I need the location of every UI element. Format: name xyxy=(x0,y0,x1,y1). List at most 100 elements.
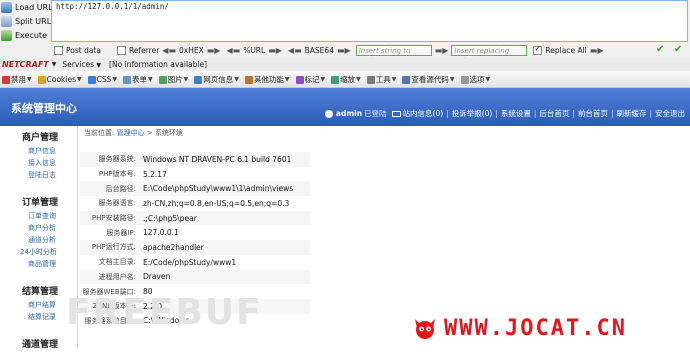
top-nav-link-0[interactable]: 站内信息(0) xyxy=(403,108,444,119)
hackbar-options-row: Post data Referrer ◀▬ 0xHEX ▬▶ ◀▬ %URL ▬… xyxy=(0,43,690,65)
sidebar-item[interactable]: 24小时分析 xyxy=(0,246,77,258)
services-menu[interactable]: Services ▼ xyxy=(62,60,101,69)
webdev-menu-label: 标记 xyxy=(304,75,320,84)
sidebar-heading[interactable]: 商户管理 xyxy=(0,126,77,145)
table-row: 文档主目录: E:/Code/phpStudy/www1 xyxy=(80,255,310,270)
replace-arrow-icon: ▬▶ xyxy=(434,46,449,55)
url-left-arrow-icon[interactable]: ◀▬ xyxy=(226,46,240,55)
top-nav-link-3[interactable]: 后台首页 xyxy=(539,108,569,119)
netcraft-logo[interactable]: NETCRAFT xyxy=(2,60,49,69)
replacing-string-input[interactable]: Insert replacing string xyxy=(451,45,528,65)
post-data-checkbox[interactable] xyxy=(54,46,63,55)
split-url-button[interactable]: Split URL xyxy=(0,14,51,28)
top-nav-link-6[interactable]: 安全退出 xyxy=(655,108,685,119)
info-key: 文档主目录: xyxy=(98,258,136,267)
breadcrumb-link[interactable]: 管理中心 xyxy=(117,129,145,137)
webdev-menu-8[interactable]: 缩放 ▼ xyxy=(331,74,361,85)
table-row: 进程用户名: Draven xyxy=(80,269,310,285)
webdev-menu-7[interactable]: 标记 ▼ xyxy=(295,74,325,85)
webdev-menu-label: 工具 xyxy=(375,75,391,84)
sidebar-item[interactable]: 订单查询 xyxy=(0,210,77,222)
netcraft-dropdown-icon[interactable]: ▼ xyxy=(52,61,57,68)
base64-right-arrow-icon[interactable]: ▬▶ xyxy=(337,46,351,55)
nav-separator: | xyxy=(533,109,537,118)
admin-top-nav: admin 已登陆 站内信息(0) | 投诉举报(0) | 系统设置 | 后台首页 | 前台首页… xyxy=(324,108,685,119)
table-row: 后台路径: E:\Code\phpStudy\www1\1\admin\views xyxy=(80,181,310,197)
nav-separator: | xyxy=(446,109,449,118)
web-developer-toolbar: 禁用 ▼ Cookies ▼ CSS ▼ 表单 ▼ 图片 ▼ 网页信息 ▼ 其他功能 ▼ 标记 ▼ 缩放 ▼ 工具 ▼… xyxy=(0,72,690,88)
chevron-down-icon: ▼ xyxy=(485,76,491,83)
hex-button[interactable]: 0xHEX xyxy=(179,46,204,55)
split-url-label: Split URL xyxy=(15,16,52,26)
referrer-label: Referrer xyxy=(128,46,160,55)
info-key: 服务器IP: xyxy=(106,228,136,237)
replace-all-arrow-icon[interactable]: ▬▶ xyxy=(590,46,604,55)
webdev-menu-5[interactable]: 网页信息 ▼ xyxy=(194,74,239,85)
webdev-menu-label: 图片 xyxy=(167,75,183,84)
sidebar-heading[interactable]: 订单管理 xyxy=(0,191,77,210)
top-nav-link-1[interactable]: 投诉举报(0) xyxy=(452,108,493,119)
replace-all-checkbox[interactable] xyxy=(533,44,543,55)
webdev-menu-9[interactable]: 工具 ▼ xyxy=(366,74,397,85)
split-url-icon xyxy=(1,15,12,27)
webdev-menu-3[interactable]: 表单 ▼ xyxy=(123,74,153,85)
login-status: 已登陆 xyxy=(364,109,387,118)
webdev-menu-icon xyxy=(402,75,411,84)
breadcrumb: 当前位置: 管理中心 > 系统环境 xyxy=(84,128,183,138)
hex-left-arrow-icon[interactable]: ◀▬ xyxy=(162,46,176,55)
webdev-menu-1[interactable]: Cookies ▼ xyxy=(37,75,82,84)
sidebar-item[interactable]: 商户分析 xyxy=(0,222,77,234)
hex-right-arrow-icon[interactable]: ▬▶ xyxy=(207,46,221,55)
webdev-menu-label: 缩放 xyxy=(340,75,356,84)
replace-all-label: Replace All xyxy=(545,46,587,55)
breadcrumb-prefix: 当前位置: xyxy=(84,129,115,137)
base64-button[interactable]: BASE64 xyxy=(305,46,334,55)
services-label: Services xyxy=(62,60,95,69)
sidebar-item[interactable]: 接入信息 xyxy=(0,157,77,169)
sidebar-group-0: 商户管理 商户信息 接入信息 登陆日志 xyxy=(0,126,77,181)
table-row: PHP版本号: 5.2.17 xyxy=(80,167,310,182)
info-key: 后台路径: xyxy=(80,181,143,197)
chevron-down-icon: ▼ xyxy=(148,76,153,83)
execute-button[interactable]: Execute xyxy=(0,28,47,42)
admin-title: 系统管理中心 xyxy=(11,102,77,115)
top-nav-link-4[interactable]: 前台首页 xyxy=(578,108,608,119)
top-nav-link-5[interactable]: 刷新缓存 xyxy=(616,108,646,119)
url-right-arrow-icon[interactable]: ▬▶ xyxy=(268,46,282,55)
webdev-menu-label: 查看源代码 xyxy=(411,75,449,84)
referrer-checkbox[interactable] xyxy=(116,46,126,55)
admin-header: 系统管理中心 admin 已登陆 站内信息(0) | 投诉举报(0) | 系统设置 | 后台… xyxy=(0,88,690,126)
green-check-icon-2[interactable]: ✔ xyxy=(674,44,682,55)
webdev-menu-0[interactable]: 禁用 ▼ xyxy=(2,74,32,85)
webdev-menu-icon xyxy=(2,75,10,84)
info-key: PHP安装路径: xyxy=(80,210,143,226)
sidebar-item[interactable]: 登陆日志 xyxy=(0,169,77,181)
load-url-button[interactable]: Load URL xyxy=(0,0,53,14)
webdev-menu-11[interactable]: 选项 ▼ xyxy=(460,74,491,85)
sidebar-group-1: 订单管理 订单查询 商户分析 通道分析 24小时分析 商品管理 xyxy=(0,191,77,270)
nav-separator: | xyxy=(649,109,652,118)
sidebar-item[interactable]: 商户信息 xyxy=(0,145,77,157)
chevron-down-icon: ▼ xyxy=(449,76,455,83)
webdev-menu-2[interactable]: CSS ▼ xyxy=(87,75,118,84)
sidebar-item[interactable]: 商品管理 xyxy=(0,258,77,270)
sidebar-heading[interactable]: 通道管理 xyxy=(0,333,77,352)
base64-left-arrow-icon[interactable]: ◀▬ xyxy=(288,46,302,55)
green-check-icon[interactable]: ✔ xyxy=(656,44,664,55)
url-textarea[interactable]: http://127.0.0.1/1/admin/ xyxy=(51,0,688,42)
webdev-menu-10[interactable]: 查看源代码 ▼ xyxy=(402,74,455,85)
top-nav-link-2[interactable]: 系统设置 xyxy=(501,108,531,119)
webdev-menu-icon xyxy=(244,75,253,84)
chevron-down-icon: ▼ xyxy=(112,76,118,83)
info-value: 127.0.0.1 xyxy=(143,228,179,238)
chevron-down-icon: ▼ xyxy=(27,76,32,83)
sidebar-item[interactable]: 通道分析 xyxy=(0,234,77,246)
replace-string-input[interactable]: Insert string to replace xyxy=(355,45,432,65)
webdev-menu-6[interactable]: 其他功能 ▼ xyxy=(244,74,290,85)
netcraft-status: [No information available] xyxy=(109,60,208,69)
chevron-down-icon: ▼ xyxy=(391,76,397,83)
url-encode-button[interactable]: %URL xyxy=(243,46,265,55)
webdev-menu-4[interactable]: 图片 ▼ xyxy=(158,74,188,85)
nav-separator: | xyxy=(572,109,575,118)
webdev-menu-icon xyxy=(366,75,375,84)
